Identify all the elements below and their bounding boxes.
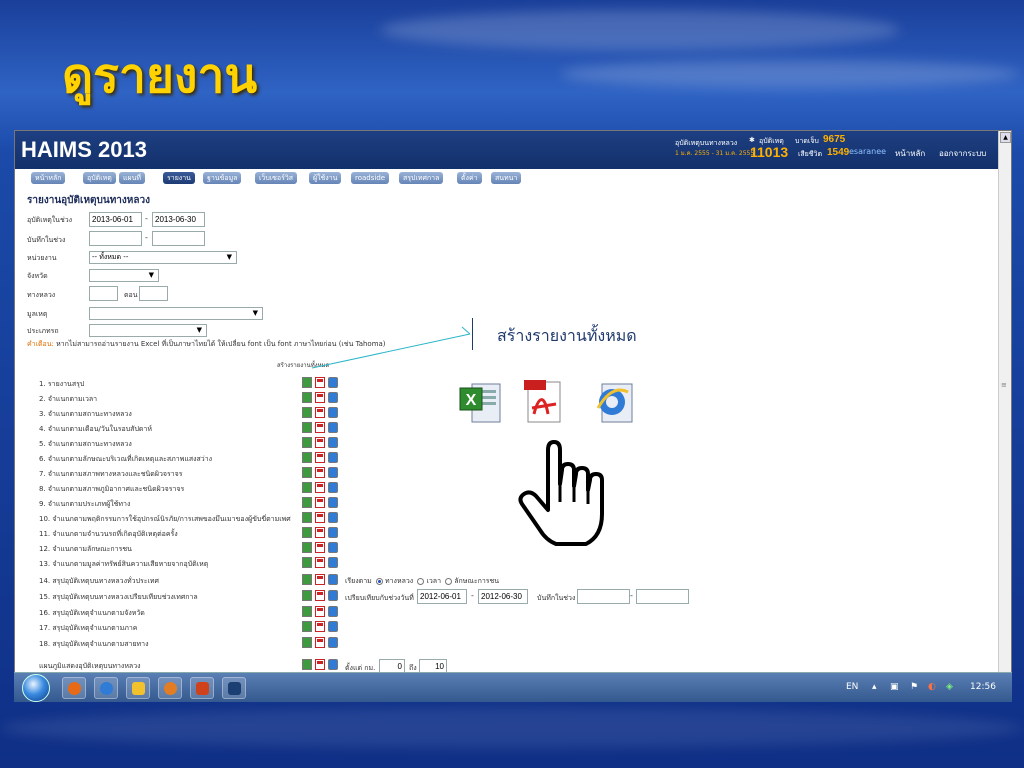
taskbar-photoshop[interactable]	[222, 677, 246, 699]
powerpoint-icon	[196, 682, 209, 695]
media-player-icon	[164, 682, 177, 695]
hand-cursor-icon	[518, 440, 604, 546]
start-button[interactable]	[22, 674, 50, 702]
svg-text:X: X	[466, 392, 477, 409]
pdf-large-icon	[524, 380, 561, 423]
flag-icon[interactable]: ⚑	[910, 682, 918, 692]
windows-taskbar: EN ▴ ▣ ⚑ ◐ ◈ 12:56	[14, 672, 1012, 702]
clock[interactable]: 12:56	[970, 682, 996, 692]
language-indicator[interactable]: EN	[846, 682, 858, 692]
photoshop-icon	[228, 682, 241, 695]
tray-expand-icon[interactable]: ▴	[872, 682, 877, 692]
taskbar-powerpoint[interactable]	[190, 677, 214, 699]
callout-arrow	[311, 326, 471, 369]
volume-icon[interactable]: ◐	[928, 682, 936, 692]
network-icon[interactable]: ▣	[890, 682, 899, 692]
callout-divider	[472, 318, 473, 350]
firefox-icon	[68, 682, 81, 695]
taskbar-explorer[interactable]	[126, 677, 150, 699]
ie-large-icon	[596, 383, 633, 423]
taskbar-media[interactable]	[158, 677, 182, 699]
taskbar-firefox[interactable]	[62, 677, 86, 699]
callout-text: สร้างรายงานทั้งหมด	[497, 326, 637, 345]
excel-large-icon: X	[459, 383, 501, 423]
taskbar-ie[interactable]	[94, 677, 118, 699]
app-tray-icon[interactable]: ◈	[946, 682, 953, 692]
folder-icon	[132, 682, 145, 695]
ie-icon	[100, 682, 113, 695]
